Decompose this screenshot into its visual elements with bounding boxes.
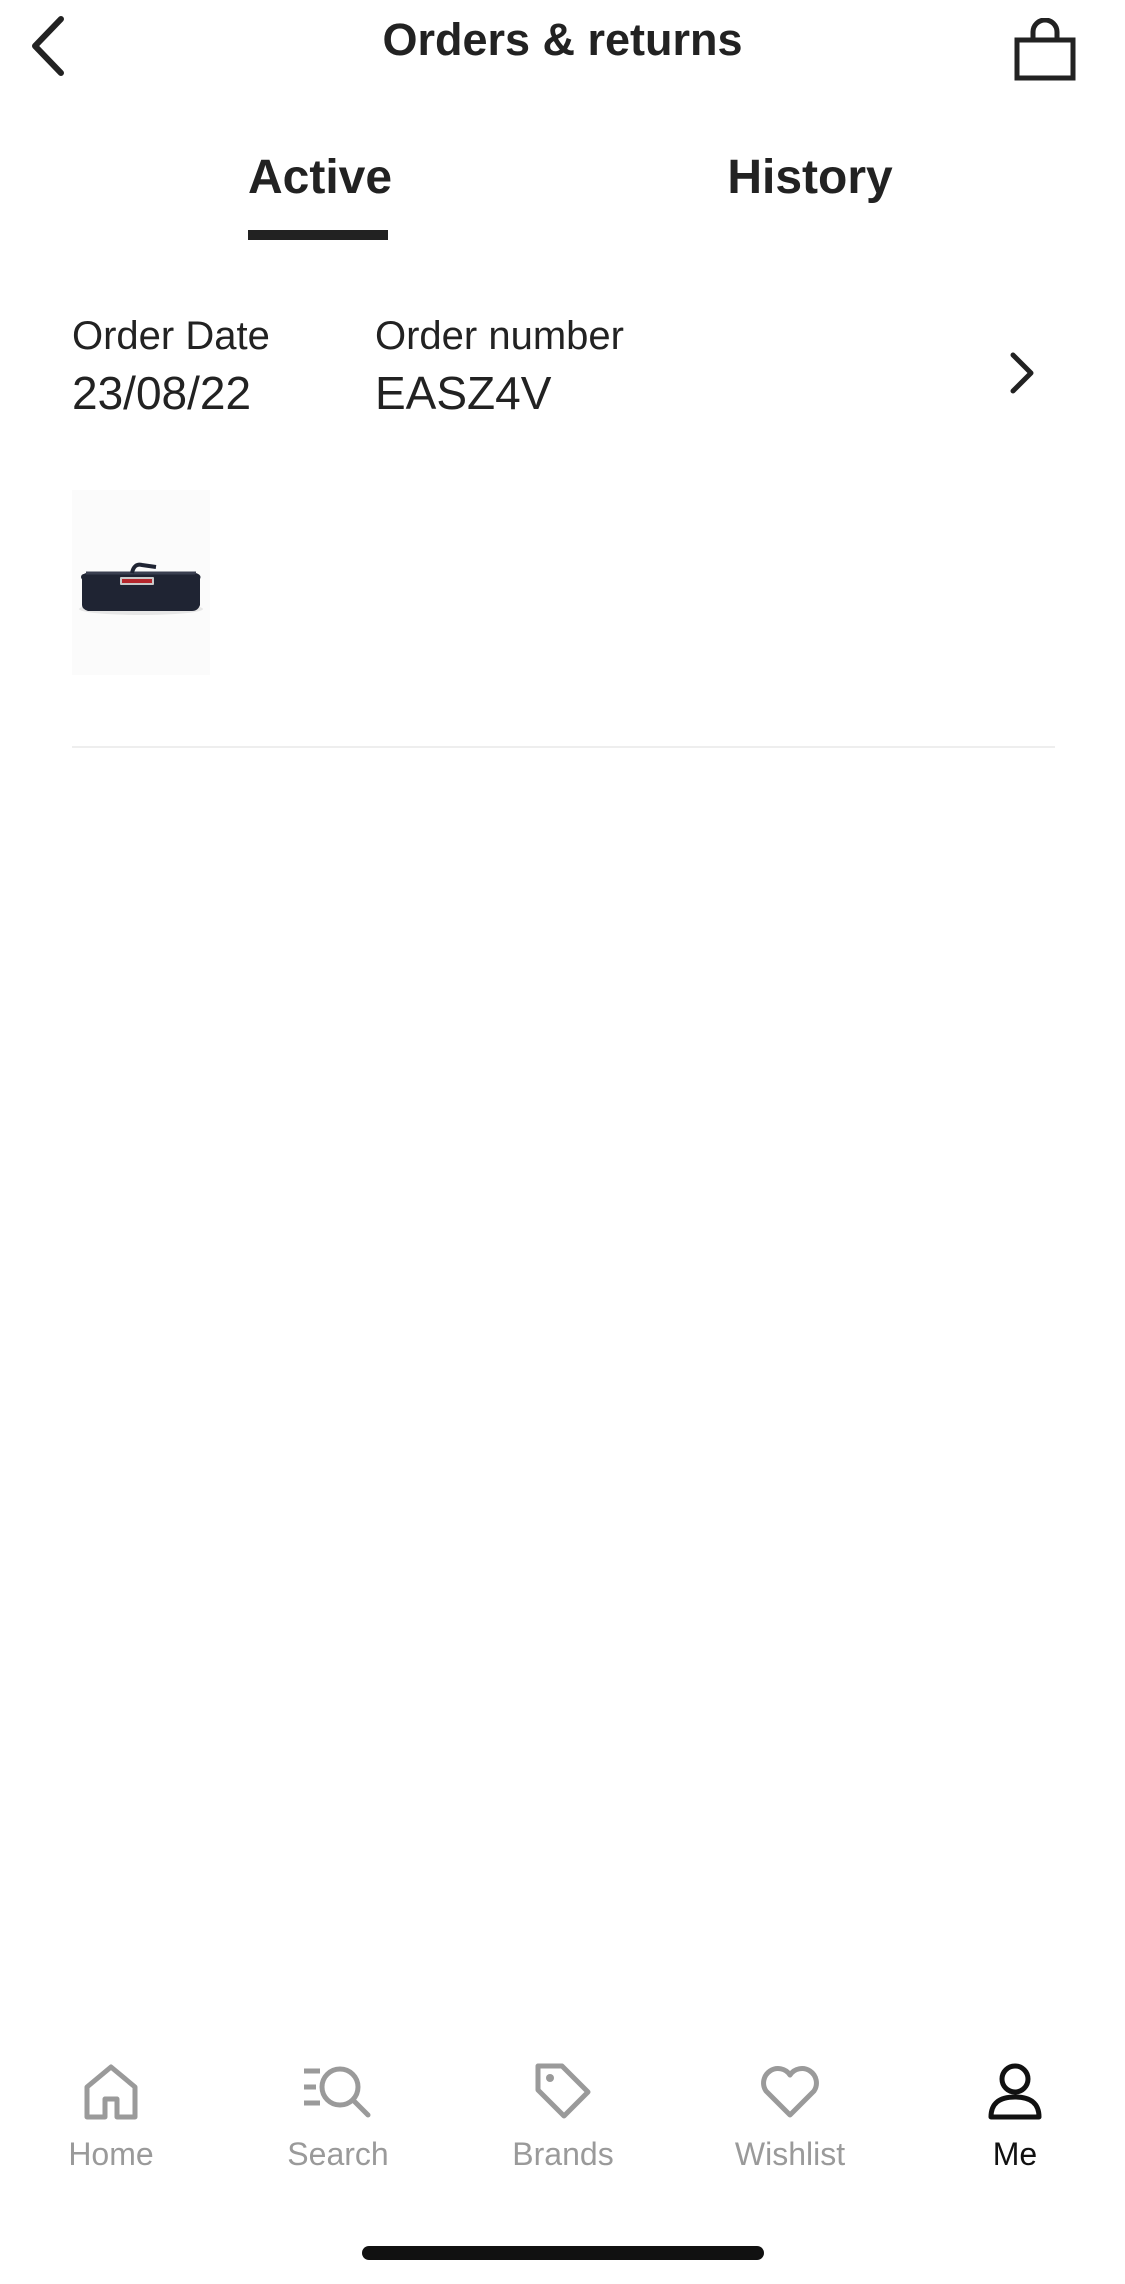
nav-search-label: Search (287, 2136, 389, 2172)
nav-home-label: Home (68, 2136, 154, 2172)
order-number-label: Order number (375, 314, 624, 358)
tab-active[interactable]: Active (248, 150, 392, 240)
order-divider (72, 746, 1055, 748)
chevron-right-icon[interactable] (1002, 348, 1042, 398)
order-card[interactable]: Order Date 23/08/22 Order number EASZ4V (72, 300, 1055, 750)
active-tab-indicator (248, 230, 388, 240)
nav-me-label: Me (992, 2136, 1038, 2172)
order-tabs: Active History (0, 150, 1125, 240)
tag-icon (535, 2063, 591, 2119)
order-number-block: Order number EASZ4V (375, 310, 624, 424)
tab-history-label: History (727, 151, 893, 204)
product-thumbnail (72, 490, 210, 675)
order-date-block: Order Date 23/08/22 (72, 310, 270, 424)
nav-home[interactable]: Home (31, 2056, 191, 2176)
nav-brands-label: Brands (512, 2136, 614, 2172)
tab-active-label: Active (248, 151, 393, 204)
page-title: Orders & returns (382, 14, 743, 65)
shopping-bag-icon (1014, 18, 1076, 81)
nav-wishlist-label: Wishlist (734, 2136, 846, 2172)
nav-brands[interactable]: Brands (483, 2056, 643, 2176)
nav-search[interactable]: Search (258, 2056, 418, 2176)
user-icon (988, 2063, 1042, 2120)
home-indicator[interactable] (362, 2246, 764, 2260)
shopping-bag-button[interactable] (1005, 10, 1085, 90)
nav-wishlist[interactable]: Wishlist (710, 2056, 870, 2176)
search-icon (304, 2066, 371, 2118)
nav-me[interactable]: Me (935, 2056, 1095, 2176)
order-date-label: Order Date (72, 314, 270, 358)
pencil-case-image (79, 562, 203, 615)
orders-returns-screen: Orders & returns Active History Order Da… (0, 0, 1125, 2284)
tab-history[interactable]: History (720, 150, 900, 240)
bottom-navigation: Home Search Brands Wishlist Me (0, 2040, 1125, 2190)
home-icon (84, 2064, 138, 2120)
heart-icon (761, 2066, 819, 2118)
order-number-value: EASZ4V (375, 367, 552, 419)
order-date-value: 23/08/22 (72, 367, 252, 419)
top-bar: Orders & returns (0, 0, 1125, 100)
